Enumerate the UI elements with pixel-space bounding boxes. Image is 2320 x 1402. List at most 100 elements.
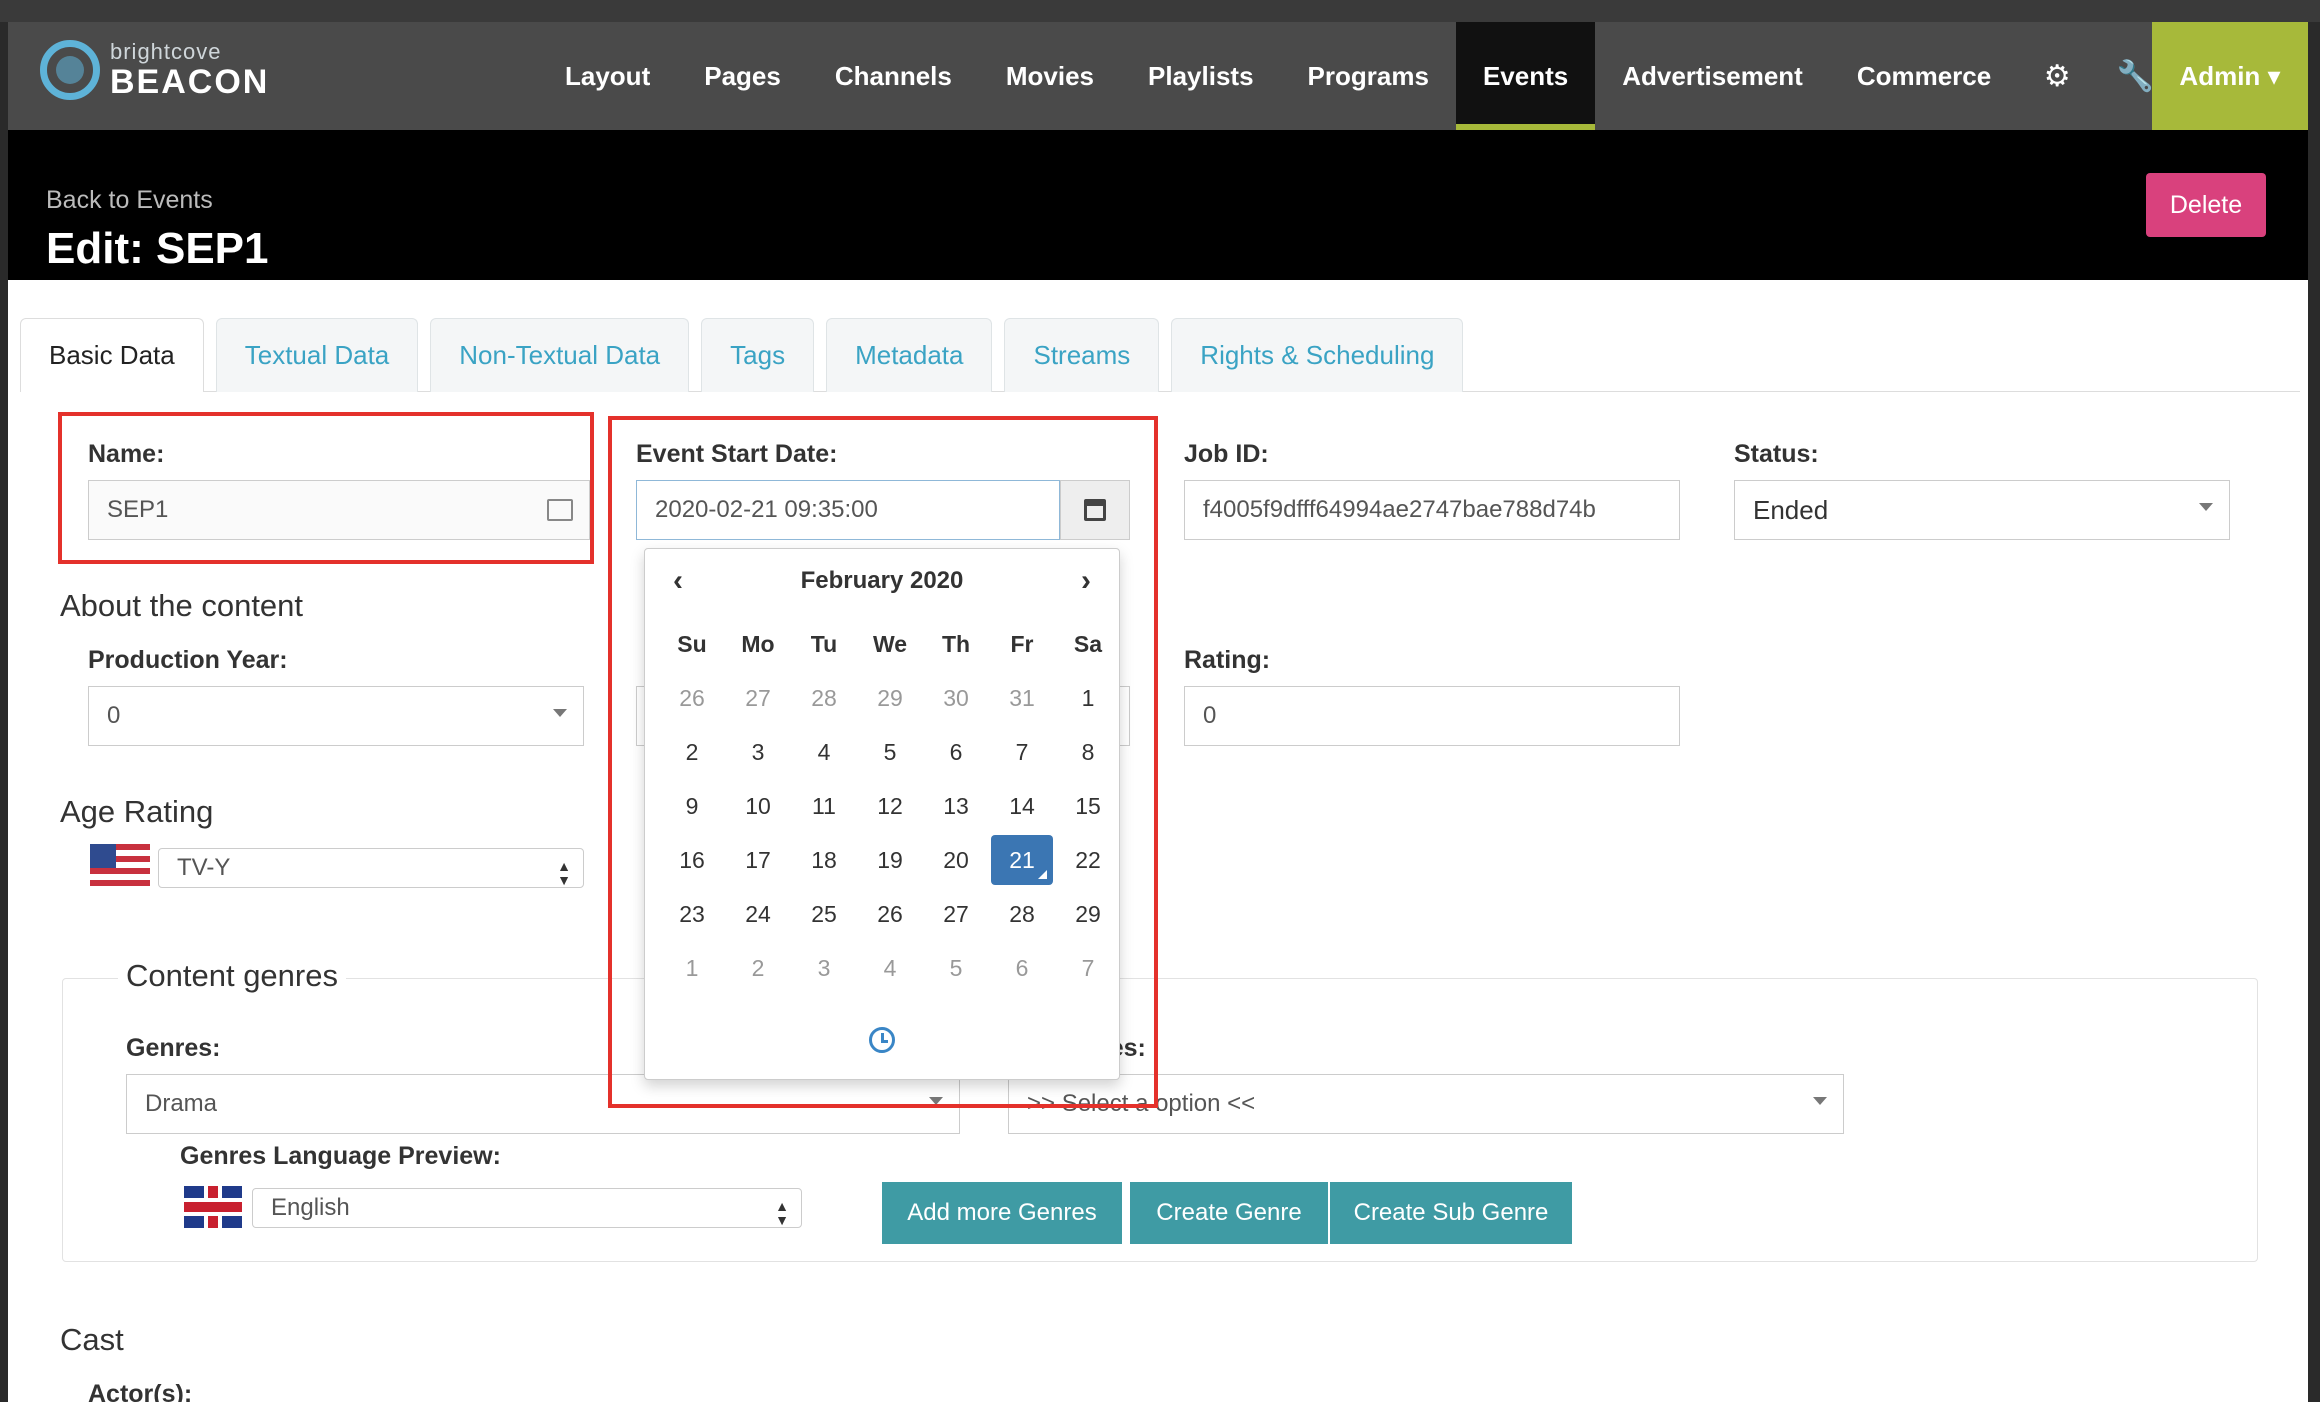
calendar-day[interactable]: 12 (857, 779, 923, 833)
create-genre-button[interactable]: Create Genre (1130, 1182, 1328, 1244)
nav-layout[interactable]: Layout (538, 22, 677, 130)
calendar-day[interactable]: 10 (725, 779, 791, 833)
genres-select[interactable]: Drama (126, 1074, 960, 1134)
subgenres-select[interactable]: >> Select a option << (1008, 1074, 1844, 1134)
calendar-day[interactable]: 5 (857, 725, 923, 779)
clock-icon[interactable] (869, 1027, 895, 1053)
calendar-day[interactable]: 4 (857, 941, 923, 995)
calendar-day[interactable]: 2 (725, 941, 791, 995)
calendar-day[interactable]: 9 (659, 779, 725, 833)
calendar-day[interactable]: 30 (923, 671, 989, 725)
calendar-day[interactable]: 15 (1055, 779, 1121, 833)
tab-streams[interactable]: Streams (1004, 318, 1160, 392)
calendar-day[interactable]: 7 (989, 725, 1055, 779)
chevron-down-icon (553, 709, 567, 717)
prev-month-icon[interactable]: ‹ (673, 564, 683, 598)
genres-language-select[interactable]: English ▲ ▼ (252, 1188, 802, 1228)
job-id-label: Job ID: (1184, 440, 1269, 468)
production-year-label: Production Year: (88, 646, 288, 674)
weekday-header: Fr (1010, 630, 1034, 657)
calendar-day[interactable]: 17 (725, 833, 791, 887)
next-month-icon[interactable]: › (1081, 564, 1091, 598)
calendar-day[interactable]: 31 (989, 671, 1055, 725)
nav-playlists[interactable]: Playlists (1121, 22, 1281, 130)
rating-value: 0 (1203, 702, 1217, 729)
tab-non-textual-data[interactable]: Non-Textual Data (430, 318, 690, 392)
status-select[interactable]: Ended (1734, 480, 2230, 540)
calendar-day[interactable]: 21 (991, 835, 1053, 885)
calendar-day[interactable]: 27 (923, 887, 989, 941)
nav-items: Layout Pages Channels Movies Playlists P… (538, 22, 2174, 130)
tab-tags[interactable]: Tags (701, 318, 815, 392)
calendar-day[interactable]: 26 (857, 887, 923, 941)
calendar-day[interactable]: 23 (659, 887, 725, 941)
calendar-day[interactable]: 5 (923, 941, 989, 995)
calendar-day[interactable]: 24 (725, 887, 791, 941)
genres-label: Genres: (126, 1034, 221, 1062)
admin-menu-button[interactable]: Admin ▾ (2152, 22, 2308, 130)
beacon-logo[interactable]: brightcove BEACON (40, 40, 269, 100)
calendar-toggle-button[interactable] (1060, 480, 1130, 540)
create-sub-genre-button[interactable]: Create Sub Genre (1330, 1182, 1572, 1244)
nav-movies[interactable]: Movies (979, 22, 1121, 130)
calendar-day[interactable]: 3 (791, 941, 857, 995)
calendar-day[interactable]: 29 (857, 671, 923, 725)
rating-input[interactable]: 0 (1184, 686, 1680, 746)
calendar-day[interactable]: 27 (725, 671, 791, 725)
delete-button[interactable]: Delete (2146, 173, 2266, 237)
calendar-grid: Su Mo Tu We Th Fr Sa 26 27 28 29 30 31 1 2 3 4 5 6 7 8 9 10 11 1… (659, 617, 1121, 995)
chevron-down-icon (929, 1097, 943, 1105)
nav-events[interactable]: Events (1455, 22, 1596, 130)
calendar-day[interactable]: 18 (791, 833, 857, 887)
calendar-day[interactable]: 3 (725, 725, 791, 779)
subgenres-placeholder: >> Select a option << (1027, 1090, 1256, 1117)
calendar-day[interactable]: 1 (659, 941, 725, 995)
calendar-day[interactable]: 8 (1055, 725, 1121, 779)
job-id-input[interactable]: f4005f9dfff64994ae2747bae788d74b (1184, 480, 1680, 540)
calendar-day[interactable]: 6 (989, 941, 1055, 995)
about-content-title: About the content (60, 588, 304, 623)
calendar-day[interactable]: 22 (1055, 833, 1121, 887)
calendar-day[interactable]: 14 (989, 779, 1055, 833)
calendar-day[interactable]: 11 (791, 779, 857, 833)
nav-channels[interactable]: Channels (808, 22, 979, 130)
calendar-day[interactable]: 25 (791, 887, 857, 941)
logo-small-text: brightcove (110, 39, 222, 64)
calendar-day[interactable]: 6 (923, 725, 989, 779)
calendar-icon (1084, 499, 1106, 521)
nav-pages[interactable]: Pages (677, 22, 808, 130)
production-year-select[interactable]: 0 (88, 686, 584, 746)
calendar-day[interactable]: 13 (923, 779, 989, 833)
nav-programs[interactable]: Programs (1281, 22, 1456, 130)
chevron-down-icon (1813, 1097, 1827, 1105)
calendar-day[interactable]: 28 (989, 887, 1055, 941)
back-to-events-link[interactable]: Back to Events (46, 186, 213, 215)
nav-advertisement[interactable]: Advertisement (1595, 22, 1830, 130)
tab-rights-scheduling[interactable]: Rights & Scheduling (1171, 318, 1464, 392)
nav-commerce[interactable]: Commerce (1830, 22, 2018, 130)
calendar-day[interactable]: 19 (857, 833, 923, 887)
add-more-genres-button[interactable]: Add more Genres (882, 1182, 1122, 1244)
calendar-day[interactable]: 29 (1055, 887, 1121, 941)
calendar-day[interactable]: 1 (1055, 671, 1121, 725)
age-rating-title: Age Rating (60, 794, 214, 829)
gear-icon[interactable]: ⚙ (2018, 22, 2096, 130)
calendar-day[interactable]: 2 (659, 725, 725, 779)
weekday-header: We (872, 630, 908, 657)
job-id-value: f4005f9dfff64994ae2747bae788d74b (1203, 496, 1596, 523)
age-rating-select[interactable]: TV-Y ▲ ▼ (158, 848, 584, 888)
calendar-day[interactable]: 16 (659, 833, 725, 887)
tab-basic-data[interactable]: Basic Data (20, 318, 204, 392)
select-updown-icon: ▲ ▼ (557, 858, 571, 888)
chevron-down-icon (2199, 503, 2213, 511)
calendar-day[interactable]: 26 (659, 671, 725, 725)
calendar-day[interactable]: 28 (791, 671, 857, 725)
calendar-day[interactable]: 7 (1055, 941, 1121, 995)
tab-textual-data[interactable]: Textual Data (215, 318, 419, 392)
name-input[interactable]: SEP1 (88, 480, 590, 540)
calendar-day[interactable]: 4 (791, 725, 857, 779)
genres-language-label: Genres Language Preview: (180, 1142, 501, 1170)
event-start-input[interactable]: 2020-02-21 09:35:00 (636, 480, 1060, 540)
calendar-day[interactable]: 20 (923, 833, 989, 887)
tab-metadata[interactable]: Metadata (826, 318, 993, 392)
